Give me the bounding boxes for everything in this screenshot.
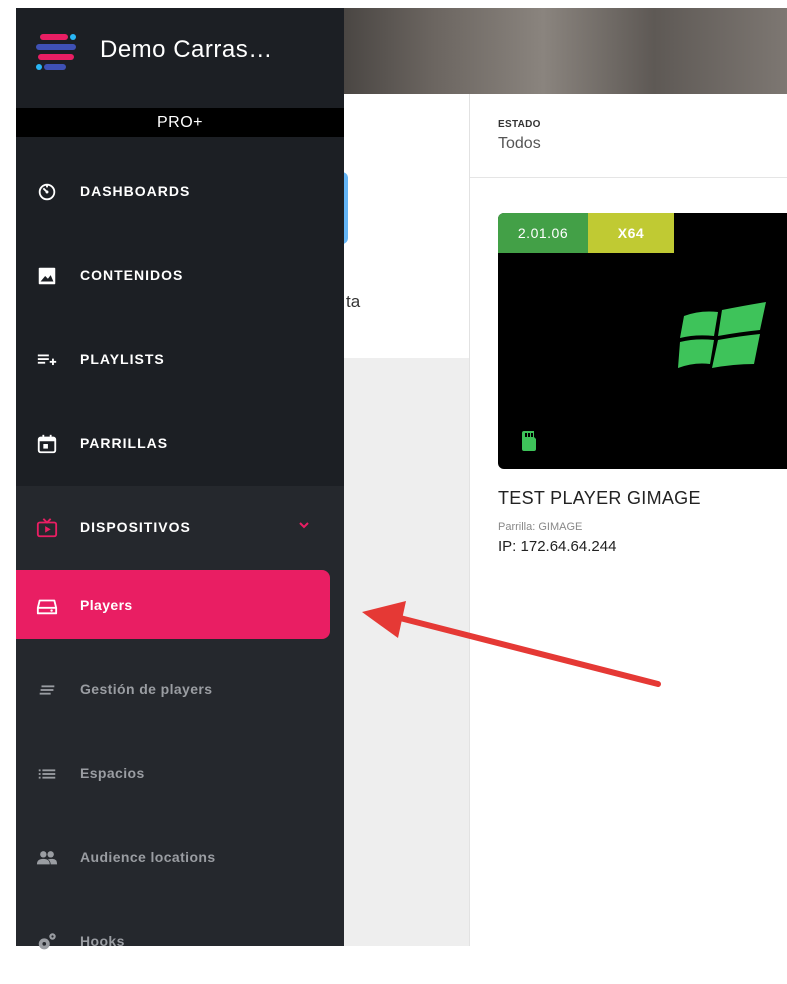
- status-filter-label: ESTADO: [498, 119, 541, 130]
- dashboard-timer-icon: [38, 183, 56, 201]
- player-name[interactable]: TEST PLAYER GIMAGE: [498, 488, 701, 509]
- header-banner-image: [344, 8, 787, 94]
- nav-item-playlists[interactable]: PLAYLISTS: [16, 318, 344, 402]
- nav-item-dispositivos[interactable]: DISPOSITIVOS: [16, 486, 344, 570]
- player-card[interactable]: 2.01.06 X64: [498, 213, 787, 469]
- nav-label-hooks: Hooks: [80, 933, 125, 949]
- nav-label-parrillas: PARRILLAS: [80, 435, 169, 451]
- horizontal-divider: [470, 177, 787, 178]
- sidebar-header: Demo Carras…: [16, 8, 344, 108]
- nav-item-gestion-players[interactable]: Gestión de players: [16, 648, 344, 732]
- filter-panel: [344, 94, 470, 358]
- nav-label-espacios: Espacios: [80, 765, 145, 781]
- sd-card-icon: [522, 431, 536, 451]
- sidebar: Demo Carras… PRO+ DASHBOARDS CONTENIDOS …: [16, 8, 344, 950]
- partial-text: ta: [346, 292, 361, 311]
- version-badge: 2.01.06: [498, 213, 588, 253]
- arch-badge: X64: [588, 213, 674, 253]
- nav-item-parrillas[interactable]: PARRILLAS: [16, 402, 344, 486]
- tv-icon: [36, 518, 58, 538]
- nav-item-espacios[interactable]: Espacios: [16, 732, 344, 816]
- app-logo-icon: [36, 34, 76, 70]
- organization-title[interactable]: Demo Carras…: [100, 36, 273, 64]
- nav-item-players[interactable]: Players: [16, 564, 344, 648]
- nav-label-dispositivos: DISPOSITIVOS: [80, 519, 191, 535]
- nav-label-audience-locations: Audience locations: [80, 849, 216, 865]
- nav-item-dashboards[interactable]: DASHBOARDS: [16, 150, 344, 234]
- panel-background: [344, 358, 470, 946]
- plan-badge: PRO+: [16, 108, 344, 137]
- player-ip: IP: 172.64.64.244: [498, 538, 617, 555]
- nav-label-gestion-players: Gestión de players: [80, 681, 213, 697]
- list-icon: [38, 769, 56, 779]
- vertical-divider: [469, 94, 470, 946]
- status-filter-value[interactable]: Todos: [498, 135, 541, 153]
- player-schedule: Parrilla: GIMAGE: [498, 521, 583, 533]
- chevron-down-icon: [299, 522, 309, 529]
- nav-label-dashboards: DASHBOARDS: [80, 183, 191, 199]
- nav-item-contenidos[interactable]: CONTENIDOS: [16, 234, 344, 318]
- nav-item-audience-locations[interactable]: Audience locations: [16, 816, 344, 900]
- playlist-add-icon: [37, 354, 57, 366]
- nav-label-contenidos: CONTENIDOS: [80, 267, 184, 283]
- gears-icon: [38, 933, 56, 950]
- notes-icon: [39, 685, 55, 695]
- nav-label-players: Players: [80, 597, 133, 613]
- calendar-icon: [37, 434, 57, 454]
- nav-item-hooks[interactable]: Hooks: [16, 900, 344, 984]
- nav-label-playlists: PLAYLISTS: [80, 351, 165, 367]
- image-icon: [38, 267, 56, 285]
- people-icon: [36, 851, 58, 865]
- drive-icon: [36, 599, 58, 615]
- windows-icon: [678, 302, 766, 368]
